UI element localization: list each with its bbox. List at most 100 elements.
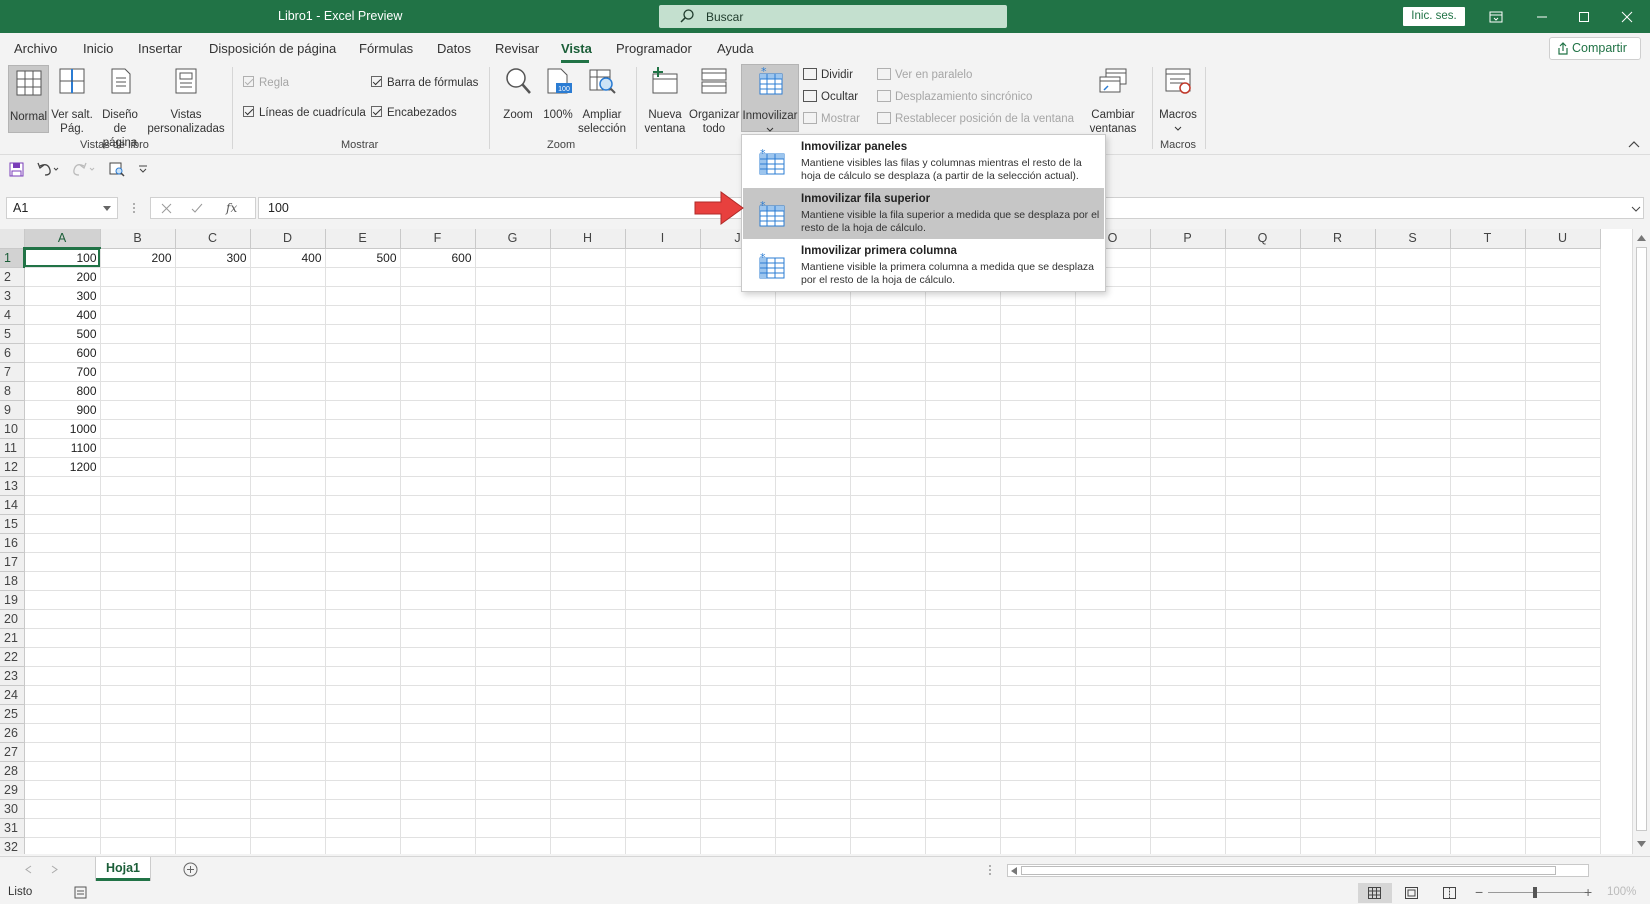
cell-b1[interactable]: 200 xyxy=(100,248,176,268)
cell-t19[interactable] xyxy=(1450,590,1526,610)
cell-j32[interactable] xyxy=(700,837,776,854)
cell-d20[interactable] xyxy=(250,609,326,629)
enter-icon[interactable] xyxy=(191,203,203,214)
zoom-selection-button[interactable]: Ampliar selección xyxy=(578,66,626,136)
cell-s9[interactable] xyxy=(1375,400,1451,420)
name-box[interactable]: A1 xyxy=(6,197,118,219)
cell-o19[interactable] xyxy=(1075,590,1151,610)
cell-o30[interactable] xyxy=(1075,799,1151,819)
cell-g26[interactable] xyxy=(475,723,551,743)
cell-p21[interactable] xyxy=(1150,628,1226,648)
cell-k31[interactable] xyxy=(775,818,851,838)
cell-t31[interactable] xyxy=(1450,818,1526,838)
cell-k19[interactable] xyxy=(775,590,851,610)
cell-a28[interactable] xyxy=(24,761,101,781)
cell-l8[interactable] xyxy=(850,381,926,401)
cell-u21[interactable] xyxy=(1525,628,1601,648)
cell-e25[interactable] xyxy=(325,704,401,724)
cell-r25[interactable] xyxy=(1300,704,1376,724)
row-header[interactable]: 4 xyxy=(0,305,25,325)
cell-g24[interactable] xyxy=(475,685,551,705)
cell-b3[interactable] xyxy=(100,286,176,306)
cell-t27[interactable] xyxy=(1450,742,1526,762)
cell-m23[interactable] xyxy=(925,666,1001,686)
cell-k7[interactable] xyxy=(775,362,851,382)
cell-o31[interactable] xyxy=(1075,818,1151,838)
cell-r14[interactable] xyxy=(1300,495,1376,515)
cell-a27[interactable] xyxy=(24,742,101,762)
freeze-first-column-menu-item[interactable]: * Inmovilizar primera columna Mantiene v… xyxy=(743,240,1104,291)
cell-s3[interactable] xyxy=(1375,286,1451,306)
cell-b27[interactable] xyxy=(100,742,176,762)
cell-i4[interactable] xyxy=(625,305,701,325)
cell-l30[interactable] xyxy=(850,799,926,819)
cell-l6[interactable] xyxy=(850,343,926,363)
cell-i32[interactable] xyxy=(625,837,701,854)
cell-j25[interactable] xyxy=(700,704,776,724)
cell-f13[interactable] xyxy=(400,476,476,496)
cell-o17[interactable] xyxy=(1075,552,1151,572)
cell-j28[interactable] xyxy=(700,761,776,781)
unhide-button[interactable]: Mostrar xyxy=(803,112,860,125)
cell-l18[interactable] xyxy=(850,571,926,591)
expand-formula-icon[interactable] xyxy=(1631,206,1641,212)
cell-g14[interactable] xyxy=(475,495,551,515)
tab-ayuda[interactable]: Ayuda xyxy=(717,41,754,56)
cell-t7[interactable] xyxy=(1450,362,1526,382)
cell-p27[interactable] xyxy=(1150,742,1226,762)
customize-qat-icon[interactable] xyxy=(138,164,148,174)
column-header-b[interactable]: B xyxy=(100,229,176,249)
cell-p11[interactable] xyxy=(1150,438,1226,458)
cell-a2[interactable]: 200 xyxy=(24,267,101,287)
cell-o4[interactable] xyxy=(1075,305,1151,325)
column-header-r[interactable]: R xyxy=(1300,229,1376,249)
cell-p10[interactable] xyxy=(1150,419,1226,439)
cell-q18[interactable] xyxy=(1225,571,1301,591)
cell-j15[interactable] xyxy=(700,514,776,534)
horizontal-scroll-thumb[interactable] xyxy=(1021,866,1556,875)
cell-u24[interactable] xyxy=(1525,685,1601,705)
cell-m15[interactable] xyxy=(925,514,1001,534)
cell-s10[interactable] xyxy=(1375,419,1451,439)
cell-k28[interactable] xyxy=(775,761,851,781)
cell-u28[interactable] xyxy=(1525,761,1601,781)
cell-i27[interactable] xyxy=(625,742,701,762)
cell-u9[interactable] xyxy=(1525,400,1601,420)
cell-n16[interactable] xyxy=(1000,533,1076,553)
prev-sheet-icon[interactable] xyxy=(25,865,32,874)
row-header[interactable]: 1 xyxy=(0,248,25,268)
cell-k4[interactable] xyxy=(775,305,851,325)
cell-r24[interactable] xyxy=(1300,685,1376,705)
cell-o27[interactable] xyxy=(1075,742,1151,762)
cell-u1[interactable] xyxy=(1525,248,1601,268)
cell-b30[interactable] xyxy=(100,799,176,819)
cell-b13[interactable] xyxy=(100,476,176,496)
cell-b19[interactable] xyxy=(100,590,176,610)
cell-o8[interactable] xyxy=(1075,381,1151,401)
cell-b4[interactable] xyxy=(100,305,176,325)
cell-h7[interactable] xyxy=(550,362,626,382)
cell-s12[interactable] xyxy=(1375,457,1451,477)
cell-i19[interactable] xyxy=(625,590,701,610)
cell-n26[interactable] xyxy=(1000,723,1076,743)
cell-i26[interactable] xyxy=(625,723,701,743)
cell-h3[interactable] xyxy=(550,286,626,306)
cell-t1[interactable] xyxy=(1450,248,1526,268)
cell-e7[interactable] xyxy=(325,362,401,382)
cell-h11[interactable] xyxy=(550,438,626,458)
cell-e23[interactable] xyxy=(325,666,401,686)
cell-b16[interactable] xyxy=(100,533,176,553)
cell-b2[interactable] xyxy=(100,267,176,287)
cell-a13[interactable] xyxy=(24,476,101,496)
cell-r12[interactable] xyxy=(1300,457,1376,477)
cell-m19[interactable] xyxy=(925,590,1001,610)
cell-l23[interactable] xyxy=(850,666,926,686)
cell-q21[interactable] xyxy=(1225,628,1301,648)
column-header-d[interactable]: D xyxy=(250,229,326,249)
cell-m30[interactable] xyxy=(925,799,1001,819)
cell-o16[interactable] xyxy=(1075,533,1151,553)
cell-i7[interactable] xyxy=(625,362,701,382)
cell-c12[interactable] xyxy=(175,457,251,477)
cell-q28[interactable] xyxy=(1225,761,1301,781)
cell-m10[interactable] xyxy=(925,419,1001,439)
